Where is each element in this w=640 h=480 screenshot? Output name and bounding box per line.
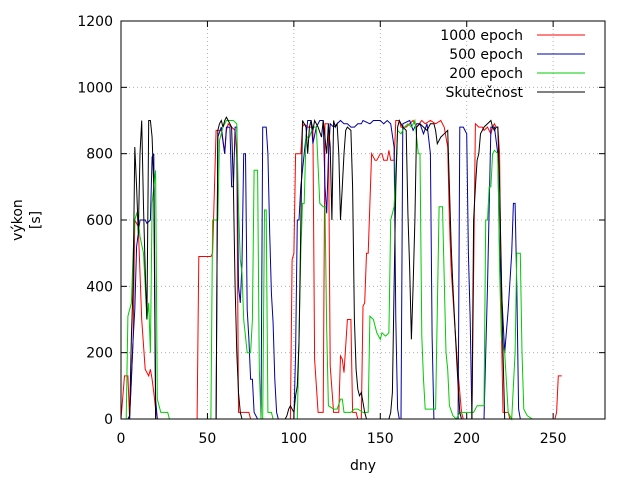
- legend: 1000 epoch 500 epoch 200 epoch Skutečnost: [440, 28, 585, 101]
- y-axis-label-line: výkon: [10, 199, 26, 241]
- x-tick-label: 200: [453, 431, 480, 447]
- y-tick-label: 400: [86, 279, 113, 295]
- legend-label: 1000 epoch: [440, 28, 523, 44]
- y-axis-label-line: [s]: [28, 211, 44, 229]
- y-tick-label: 1200: [77, 14, 113, 30]
- series-line: [120, 119, 562, 420]
- grid-lines: [121, 21, 605, 419]
- series-group: [120, 116, 562, 421]
- x-tick-label: 0: [117, 431, 126, 447]
- legend-label: Skutečnost: [446, 85, 524, 101]
- x-tick-label: 50: [199, 431, 217, 447]
- chart: 0 200 400 600 800 1000 1200 0 50 100 150 200 250 100…: [10, 14, 606, 474]
- legend-label: 500 epoch: [449, 47, 523, 63]
- x-axis-label: dny: [350, 458, 376, 474]
- y-axis-label: výkon [s]: [10, 199, 44, 241]
- y-tick-label: 0: [104, 412, 113, 428]
- x-tick-label: 100: [280, 431, 307, 447]
- y-tick-label: 1000: [77, 80, 113, 96]
- x-tick-label: 150: [367, 431, 394, 447]
- x-tick-label: 250: [540, 431, 567, 447]
- y-tick-label: 600: [86, 213, 113, 229]
- legend-label: 200 epoch: [449, 66, 523, 82]
- y-tick-label: 800: [86, 147, 113, 163]
- y-tick-label: 200: [86, 346, 113, 362]
